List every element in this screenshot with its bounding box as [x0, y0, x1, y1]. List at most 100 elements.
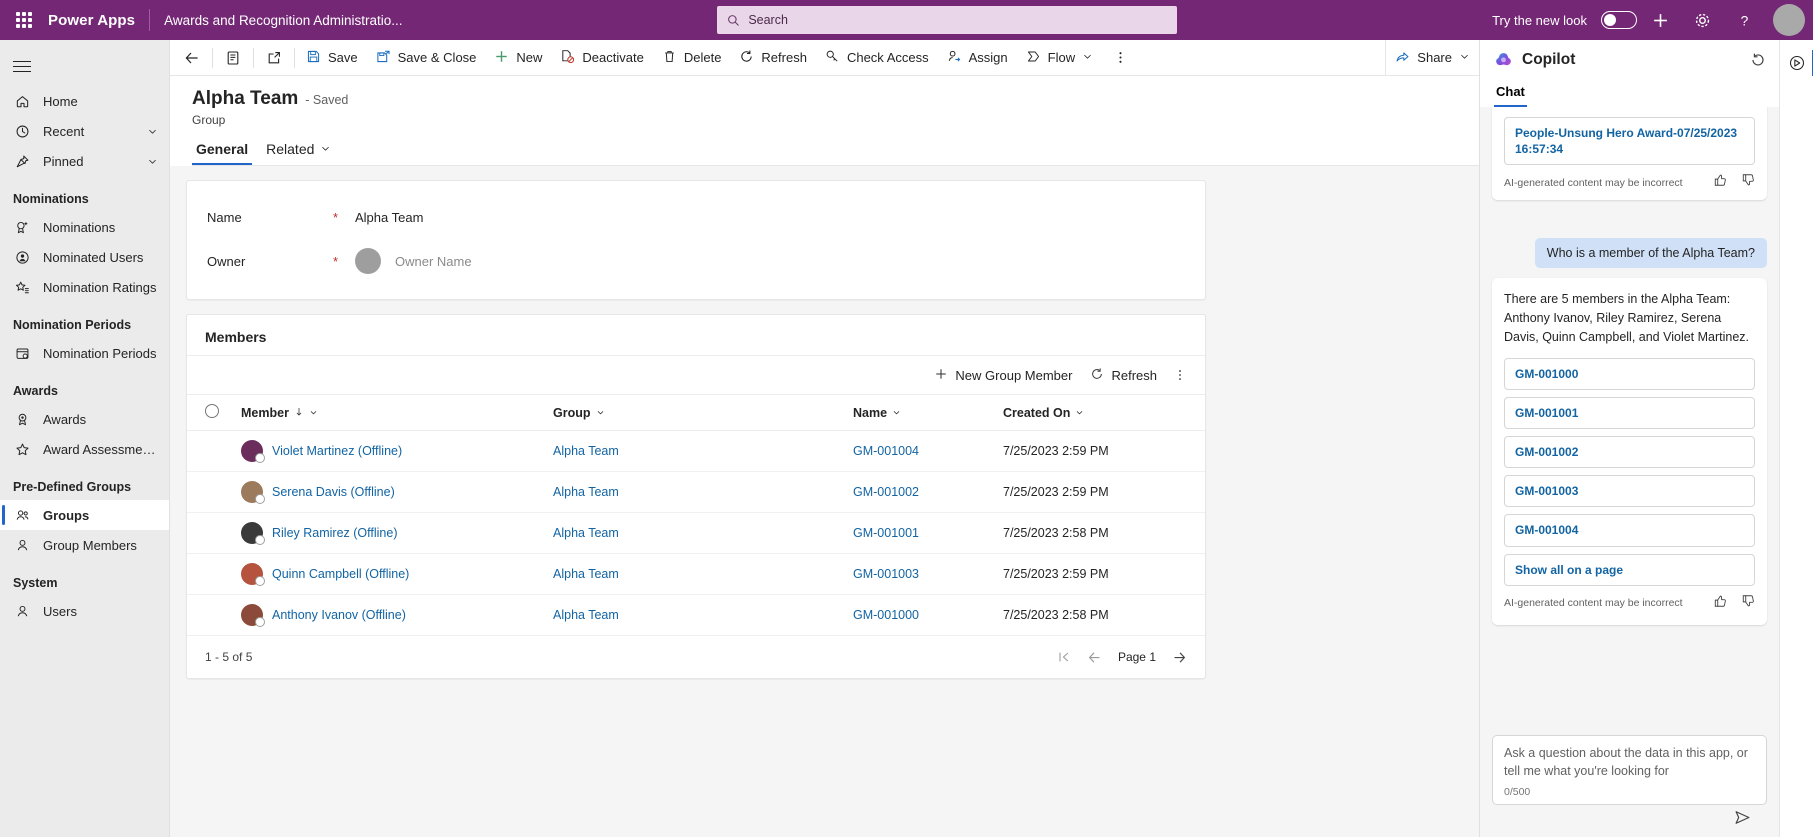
subgrid-refresh-button[interactable]: Refresh	[1082, 360, 1165, 390]
chevron-down-icon[interactable]	[1075, 406, 1084, 420]
table-row[interactable]: Violet Martinez (Offline) Alpha Team GM-…	[187, 430, 1205, 472]
more-vertical-icon[interactable]	[1102, 40, 1138, 76]
sidebar-item-nomination-ratings[interactable]: Nomination Ratings	[0, 272, 169, 302]
row-select-cell[interactable]	[187, 471, 233, 513]
row-select-cell[interactable]	[187, 512, 233, 554]
flow-button[interactable]: Flow	[1017, 40, 1102, 76]
tab-general[interactable]: General	[192, 141, 253, 165]
new-button[interactable]: New	[485, 40, 551, 76]
copilot-question-input[interactable]: Ask a question about the data in this ap…	[1492, 735, 1767, 805]
form-selector-icon[interactable]	[215, 40, 251, 76]
name-link[interactable]: GM-001002	[853, 485, 919, 499]
tab-chat[interactable]: Chat	[1494, 80, 1527, 107]
column-header-member[interactable]: Member	[233, 394, 545, 431]
save-and-close-button[interactable]: Save & Close	[367, 40, 486, 76]
row-select-cell[interactable]	[187, 553, 233, 595]
first-page-icon[interactable]	[1057, 650, 1071, 664]
member-link[interactable]: Riley Ramirez (Offline)	[272, 526, 398, 540]
group-link[interactable]: Alpha Team	[553, 485, 619, 499]
sidebar-item-home[interactable]: Home	[0, 86, 169, 116]
previous-page-icon[interactable]	[1087, 650, 1102, 665]
save-button[interactable]: Save	[297, 40, 367, 76]
member-link[interactable]: Anthony Ivanov (Offline)	[272, 608, 406, 622]
owner-field[interactable]: Owner Name	[395, 254, 472, 269]
chevron-down-icon[interactable]	[892, 406, 901, 420]
table-row[interactable]: Serena Davis (Offline) Alpha Team GM-001…	[187, 471, 1205, 513]
name-link[interactable]: GM-001001	[853, 526, 919, 540]
sidebar-item-award-assessment[interactable]: Award Assessment R...	[0, 434, 169, 464]
thumbs-down-icon[interactable]	[1741, 594, 1755, 613]
chevron-down-icon[interactable]	[147, 156, 159, 167]
thumbs-down-icon[interactable]	[1741, 173, 1755, 192]
sidebar-item-nominations[interactable]: Nominations	[0, 212, 169, 242]
plus-icon[interactable]	[1641, 0, 1679, 40]
app-launcher-icon[interactable]	[0, 0, 48, 40]
table-row[interactable]: Quinn Campbell (Offline) Alpha Team GM-0…	[187, 553, 1205, 595]
send-icon[interactable]	[1734, 809, 1751, 831]
sidebar-item-users[interactable]: Users	[0, 596, 169, 626]
result-chip[interactable]: GM-001004	[1504, 514, 1755, 547]
new-group-member-button[interactable]: New Group Member	[926, 360, 1080, 390]
sidebar-item-nominated-users[interactable]: Nominated Users	[0, 242, 169, 272]
name-link[interactable]: GM-001000	[853, 608, 919, 622]
sidebar-item-groups[interactable]: Groups	[0, 500, 169, 530]
select-all-header[interactable]	[187, 394, 233, 431]
result-chip[interactable]: GM-001003	[1504, 475, 1755, 508]
group-link[interactable]: Alpha Team	[553, 567, 619, 581]
select-all-circle[interactable]	[205, 404, 219, 418]
question-mark-icon[interactable]: ?	[1725, 0, 1763, 40]
try-new-look-toggle[interactable]	[1601, 11, 1637, 29]
row-select-cell[interactable]	[187, 594, 233, 636]
group-link[interactable]: Alpha Team	[553, 526, 619, 540]
chevron-down-icon[interactable]	[1082, 50, 1093, 65]
delete-button[interactable]: Delete	[653, 40, 731, 76]
search-input[interactable]: Search	[717, 6, 1178, 34]
thumbs-up-icon[interactable]	[1713, 594, 1727, 613]
share-button[interactable]: Share	[1386, 40, 1479, 76]
sidebar-item-group-members[interactable]: Group Members	[0, 530, 169, 560]
sidebar-item-recent[interactable]: Recent	[0, 116, 169, 146]
column-header-group[interactable]: Group	[545, 394, 845, 431]
brand-title[interactable]: Power Apps	[48, 12, 149, 29]
app-name[interactable]: Awards and Recognition Administratio...	[150, 13, 402, 28]
refresh-button[interactable]: Refresh	[730, 40, 816, 76]
member-link[interactable]: Serena Davis (Offline)	[272, 485, 395, 499]
refresh-history-icon[interactable]	[1743, 45, 1773, 75]
result-chip[interactable]: GM-001001	[1504, 396, 1755, 429]
more-vertical-icon[interactable]	[1167, 360, 1193, 390]
deactivate-button[interactable]: Deactivate	[551, 40, 652, 76]
show-all-on-page-chip[interactable]: Show all on a page	[1504, 553, 1755, 586]
group-link[interactable]: Alpha Team	[553, 444, 619, 458]
thumbs-up-icon[interactable]	[1713, 173, 1727, 192]
name-link[interactable]: GM-001004	[853, 444, 919, 458]
name-field[interactable]: Alpha Team	[355, 210, 423, 225]
name-link[interactable]: GM-001003	[853, 567, 919, 581]
sidebar-item-awards[interactable]: Awards	[0, 404, 169, 434]
row-select-cell[interactable]	[187, 430, 233, 472]
copilot-panel-icon[interactable]	[1780, 46, 1813, 80]
table-row[interactable]: Anthony Ivanov (Offline) Alpha Team GM-0…	[187, 594, 1205, 636]
sidebar-item-pinned[interactable]: Pinned	[0, 146, 169, 176]
group-link[interactable]: Alpha Team	[553, 608, 619, 622]
chevron-down-icon[interactable]	[1459, 50, 1470, 65]
sidebar-item-nomination-periods[interactable]: Nomination Periods	[0, 338, 169, 368]
result-chip[interactable]: GM-001002	[1504, 436, 1755, 469]
chevron-down-icon[interactable]	[320, 141, 331, 157]
hamburger-icon[interactable]	[0, 46, 44, 86]
column-header-created-on[interactable]: Created On	[995, 394, 1205, 431]
arrow-left-icon[interactable]	[174, 40, 210, 76]
gear-icon[interactable]	[1683, 0, 1721, 40]
chevron-down-icon[interactable]	[147, 126, 159, 137]
member-link[interactable]: Violet Martinez (Offline)	[272, 444, 402, 458]
member-link[interactable]: Quinn Campbell (Offline)	[272, 567, 409, 581]
next-page-icon[interactable]	[1172, 650, 1187, 665]
check-access-button[interactable]: Check Access	[816, 40, 938, 76]
table-row[interactable]: Riley Ramirez (Offline) Alpha Team GM-00…	[187, 512, 1205, 554]
chevron-down-icon[interactable]	[309, 406, 318, 420]
open-in-new-window-icon[interactable]	[256, 40, 292, 76]
tab-related[interactable]: Related	[262, 141, 335, 165]
avatar[interactable]	[1773, 4, 1805, 36]
award-result-chip[interactable]: People-Unsung Hero Award-07/25/2023 16:5…	[1504, 117, 1755, 166]
chevron-down-icon[interactable]	[596, 406, 605, 420]
assign-button[interactable]: Assign	[938, 40, 1017, 76]
